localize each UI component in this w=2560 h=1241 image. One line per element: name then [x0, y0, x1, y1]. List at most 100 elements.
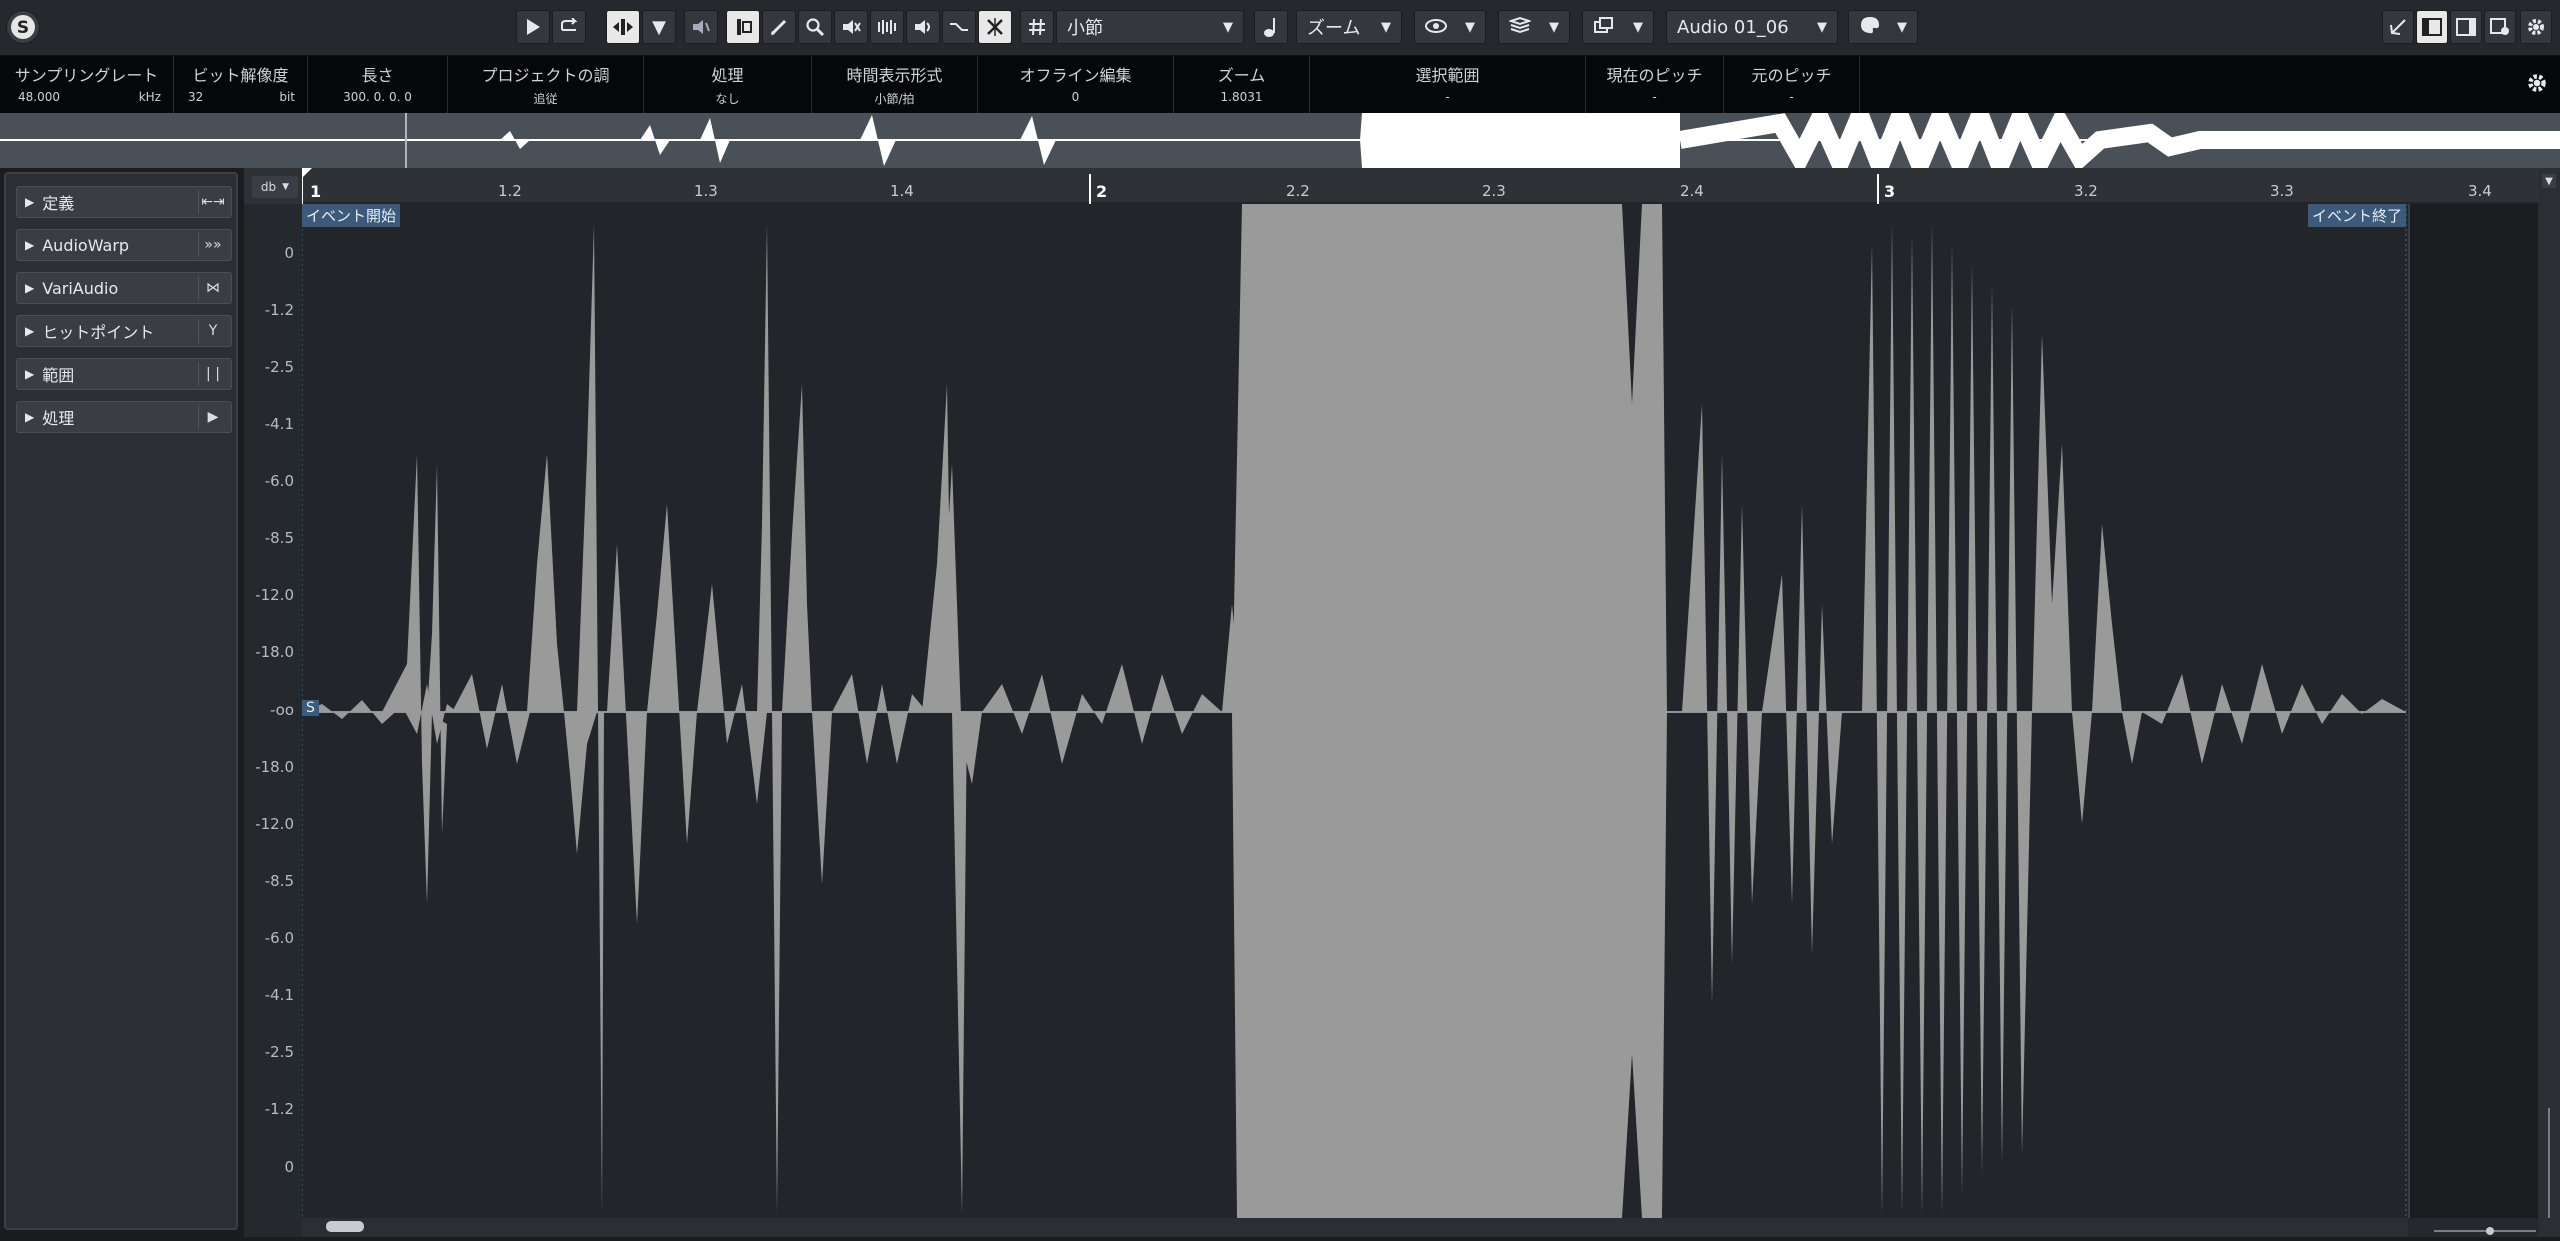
section-process[interactable]: ▶ 処理 ▶ [16, 401, 232, 433]
level-label: -8.5 [264, 872, 294, 890]
zoom-dropdown[interactable]: ズーム ▼ [1296, 10, 1402, 44]
processing-value[interactable]: なし [644, 90, 811, 107]
bit-depth-label: ビット解像度 [192, 66, 289, 85]
length-label: 長さ [361, 66, 394, 85]
gear-icon[interactable] [2520, 10, 2552, 44]
level-label-center: -oo [269, 701, 294, 719]
length-cell: 長さ 300. 0. 0. 0 [308, 56, 448, 113]
event-end-marker[interactable]: イベント終了 [2307, 204, 2406, 227]
grid-icon[interactable] [1020, 10, 1054, 44]
inspector-panel: ▶ 定義 ⇤⇥ ▶ AudioWarp »» ▶ VariAudio ⋈ ▶ ヒ… [4, 172, 238, 1230]
current-pitch-value[interactable]: - [1586, 90, 1723, 104]
grid-type-dropdown[interactable]: 小節 ▼ [1056, 10, 1244, 44]
waveform-display[interactable]: イベント開始 イベント終了 S [301, 204, 2408, 1218]
ruler-tick: 2 [1096, 182, 1108, 201]
section-definition[interactable]: ▶ 定義 ⇤⇥ [16, 186, 232, 218]
layers-dropdown[interactable]: ▼ [1498, 10, 1570, 44]
scrollbar-thumb[interactable] [326, 1221, 364, 1232]
offline-edit-value[interactable]: 0 [978, 90, 1173, 104]
right-zone-icon[interactable] [2450, 10, 2482, 44]
scrub-icon[interactable] [870, 10, 904, 44]
process-icon: ▶ [198, 405, 227, 429]
ruler-tick: 3.3 [2270, 182, 2294, 200]
object-selection-icon[interactable] [606, 10, 640, 44]
play-tool-icon[interactable] [906, 10, 940, 44]
range-select-icon[interactable] [726, 10, 760, 44]
vertical-zoom-bar[interactable]: ▼ [2538, 168, 2560, 1237]
colorize-dropdown[interactable]: ▼ [1848, 10, 1918, 44]
ruler-tick: 1.2 [498, 182, 522, 200]
level-label: -6.0 [264, 929, 294, 947]
project-key-value[interactable]: 追従 [448, 90, 643, 107]
level-label: -18.0 [255, 758, 294, 776]
current-pitch-label: 現在のピッチ [1606, 66, 1703, 85]
section-variaudio[interactable]: ▶ VariAudio ⋈ [16, 272, 232, 304]
overview-waveform[interactable] [0, 113, 2560, 168]
mute-icon[interactable] [834, 10, 868, 44]
section-hitpoints[interactable]: ▶ ヒットポイント Y [16, 315, 232, 347]
horizontal-scrollbar[interactable] [302, 1218, 2408, 1237]
offline-edit-label: オフライン編集 [1019, 66, 1132, 85]
audio-track-dropdown[interactable]: Audio 01_06 ▼ [1666, 10, 1838, 44]
ruler-tick: 3 [1884, 182, 1896, 201]
window-settings-icon[interactable] [2484, 10, 2516, 44]
ruler-tick: 1 [310, 182, 322, 201]
level-label: -4.1 [264, 986, 294, 1004]
activate-project-icon[interactable] [2382, 10, 2414, 44]
sample-rate-label: サンプリングレート [14, 66, 159, 85]
original-pitch-label: 元のピッチ [1751, 66, 1832, 85]
zoom-value[interactable]: 1.8031 [1174, 90, 1309, 104]
level-label: -4.1 [264, 415, 294, 433]
chevron-down-icon: ▼ [282, 182, 290, 192]
section-range-label: 範囲 [42, 366, 75, 385]
quantize-note-icon[interactable] [1254, 10, 1288, 44]
section-range[interactable]: ▶ 範囲 | | [16, 358, 232, 390]
sync-point-marker[interactable]: S [302, 700, 319, 716]
speaker-icon[interactable] [684, 10, 718, 44]
range-icon: | | [198, 362, 227, 386]
tool-dropdown-icon[interactable]: ▼ [642, 10, 676, 44]
chevron-down-icon: ▼ [1223, 19, 1233, 35]
selection-range-value[interactable]: - [1310, 90, 1585, 104]
overview-waveform-shape [0, 113, 2560, 168]
definition-icon: ⇤⇥ [198, 190, 227, 214]
empty-area-right [2408, 204, 2540, 1218]
waveform-shape [301, 204, 2407, 1218]
level-label: -2.5 [264, 1043, 294, 1061]
section-audiowarp[interactable]: ▶ AudioWarp »» [16, 229, 232, 261]
time-format-value[interactable]: 小節/拍 [812, 90, 977, 107]
section-variaudio-label: VariAudio [42, 278, 119, 298]
bit-depth-cell: ビット解像度 32 bit [174, 56, 308, 113]
chevron-down-icon: ▼ [1465, 19, 1475, 35]
auto-scroll-icon[interactable] [942, 10, 976, 44]
sample-rate-cell: サンプリングレート 48.000 kHz [0, 56, 174, 113]
ruler-tick: 2.3 [1482, 182, 1506, 200]
current-pitch-cell: 現在のピッチ - [1586, 56, 1724, 113]
zoom-icon[interactable] [798, 10, 832, 44]
pencil-icon[interactable] [762, 10, 796, 44]
play-icon[interactable] [516, 10, 550, 44]
ruler-unit-dropdown[interactable]: db ▼ [252, 176, 298, 198]
window-layout-dropdown[interactable]: ▼ [1582, 10, 1654, 44]
processing-cell: 処理 なし [644, 56, 812, 113]
hitpoint-icon: Y [198, 319, 227, 343]
infoline-settings-gear-icon[interactable] [2526, 72, 2552, 98]
left-zone-icon[interactable] [2416, 10, 2448, 44]
layers-icon [1507, 16, 1533, 39]
steinberg-logo-icon[interactable]: S [6, 10, 40, 44]
length-value[interactable]: 300. 0. 0. 0 [308, 90, 447, 104]
snap-zero-crossing-icon[interactable] [978, 10, 1012, 44]
ruler[interactable]: db ▼ 1 1.2 1.3 1.4 2 2.2 2.3 2.4 3 3.2 3.… [244, 168, 2560, 205]
dropdown-icon[interactable]: ▼ [2542, 174, 2556, 188]
loop-icon[interactable] [552, 10, 586, 44]
level-label: -18.0 [255, 643, 294, 661]
time-format-cell: 時間表示形式 小節/拍 [812, 56, 978, 113]
ruler-tick: 2.2 [1286, 182, 1310, 200]
original-pitch-value[interactable]: - [1724, 90, 1859, 104]
horizontal-zoom-slider[interactable] [2430, 1222, 2540, 1235]
selection-range-label: 選択範囲 [1415, 66, 1480, 85]
event-start-marker[interactable]: イベント開始 [302, 204, 401, 227]
chevron-down-icon: ▼ [1549, 19, 1559, 35]
vertical-zoom-slider[interactable] [2548, 1108, 2550, 1218]
visibility-dropdown[interactable]: ▼ [1414, 10, 1486, 44]
